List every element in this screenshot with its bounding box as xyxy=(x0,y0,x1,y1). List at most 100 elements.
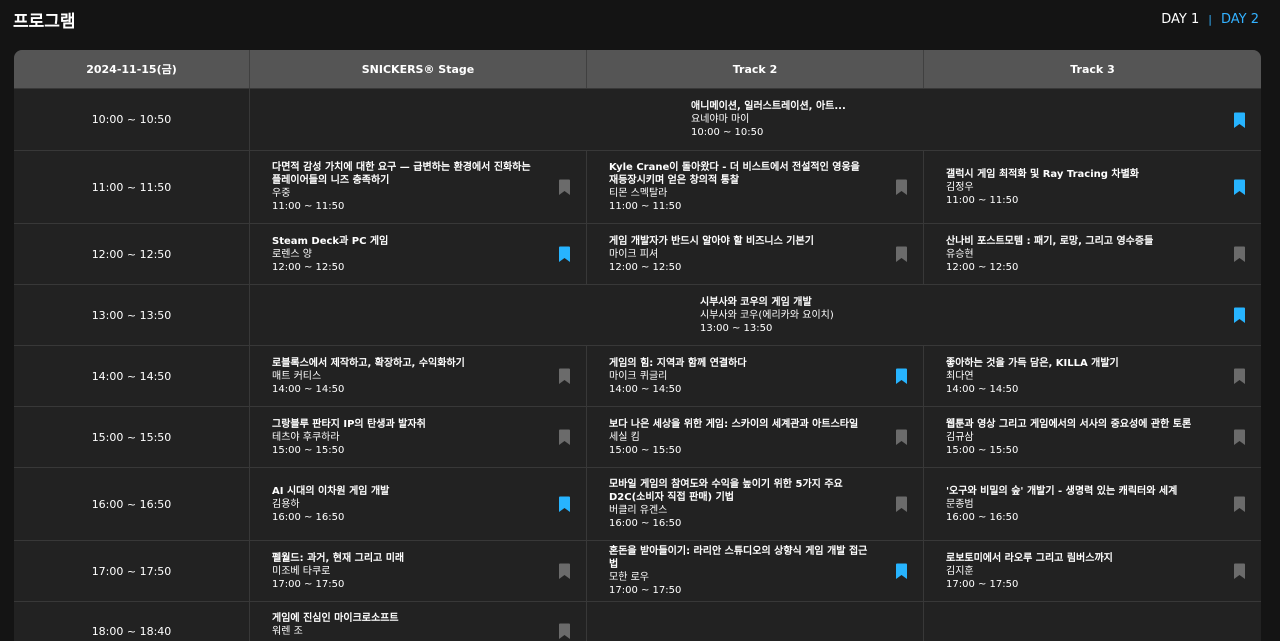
session-speaker: 김정우 xyxy=(946,181,974,193)
session-speaker: 김지훈 xyxy=(946,565,974,577)
bookmark-icon[interactable] xyxy=(558,179,571,196)
session-title: 그랑블루 판타지 IP의 탄생과 발자취 xyxy=(272,418,426,430)
session-speaker: 티몬 스멕탈라 xyxy=(609,188,668,199)
session-title: 보다 나은 세상을 위한 게임: 스카이의 세계관과 아트스타일 xyxy=(609,418,859,430)
bookmark-icon[interactable] xyxy=(558,623,571,640)
track-1-cell: 펠월드: 과거, 현재 그리고 미래 미조베 타쿠로 17:00 ~ 17:50 xyxy=(250,541,587,601)
session-title: 시부사와 코우의 게임 개발 xyxy=(700,296,812,308)
session-title: '오구와 비밀의 숲' 개발기 - 생명력 있는 캐릭터와 세계 xyxy=(946,485,1178,497)
day-1-tab[interactable]: DAY 1 xyxy=(1161,12,1199,27)
keynote-session[interactable]: 시부사와 코우의 게임 개발 시부사와 코우(에리카와 요이치) 13:00 ~ 1… xyxy=(678,296,888,335)
track-1-cell: 그랑블루 판타지 IP의 탄생과 발자취 테츠야 후쿠하라 15:00 ~ 15:5… xyxy=(250,407,587,467)
time-slot: 11:00 ~ 11:50 xyxy=(14,151,250,223)
session-info[interactable]: 펠월드: 과거, 현재 그리고 미래 미조베 타쿠로 17:00 ~ 17:50 xyxy=(250,552,458,591)
session-info[interactable]: 다면적 감성 가치에 대한 요구 — 급변하는 환경에서 진화하는 플레이어들의… xyxy=(250,161,586,213)
bookmark-icon[interactable] xyxy=(1233,368,1246,385)
track-2-cell: 혼돈을 받아들이기: 라리안 스튜디오의 상향식 게임 개발 접근법 모한 로우 1… xyxy=(587,541,924,601)
track-2-cell: 게임 개발자가 반드시 알아야 할 비즈니스 기본기 마이크 피셔 12:00 ~ … xyxy=(587,224,924,284)
session-time: 12:00 ~ 12:50 xyxy=(609,261,682,273)
day-2-tab[interactable]: DAY 2 xyxy=(1221,12,1259,27)
bookmark-icon[interactable] xyxy=(1233,246,1246,263)
session-info[interactable]: 웹툰과 영상 그리고 게임에서의 서사의 중요성에 관한 토론 김규삼 15:00 … xyxy=(924,418,1245,457)
session-info[interactable]: '오구와 비밀의 숲' 개발기 - 생명력 있는 캐릭터와 세계 문종범 16:00… xyxy=(924,485,1231,524)
session-speaker: 마이크 피셔 xyxy=(609,248,659,260)
session-info[interactable]: Kyle Crane이 돌아왔다 - 더 비스트에서 전설적인 영웅을 재등장시… xyxy=(587,161,923,213)
bookmark-icon[interactable] xyxy=(1233,563,1246,580)
schedule-row: 12:00 ~ 12:50 Steam Deck과 PC 게임 로렌스 양 12:00… xyxy=(14,223,1261,284)
session-info[interactable]: 모바일 게임의 참여도와 수익을 높이기 위한 5가지 주요 D2C(소비자 직… xyxy=(587,478,923,530)
bookmark-icon[interactable] xyxy=(558,368,571,385)
session-info[interactable]: AI 시대의 이차원 게임 개발 김용하 16:00 ~ 16:50 xyxy=(250,485,443,524)
track-3-cell: '오구와 비밀의 숲' 개발기 - 생명력 있는 캐릭터와 세계 문종범 16:00… xyxy=(924,468,1261,540)
bookmark-icon[interactable] xyxy=(1233,307,1246,324)
session-info[interactable]: 로블록스에서 제작하고, 확장하고, 수익화하기 매트 커티스 14:00 ~ 14… xyxy=(250,357,519,396)
session-title: 게임의 힘: 지역과 함께 연결하다 xyxy=(609,357,747,369)
header-track-3: Track 3 xyxy=(1070,62,1115,76)
track-2-cell: 게임의 힘: 지역과 함께 연결하다 마이크 퀴글리 14:00 ~ 14:50 xyxy=(587,346,924,406)
session-speaker: 테츠야 후쿠하라 xyxy=(272,431,340,443)
session-time: 17:00 ~ 17:50 xyxy=(946,578,1019,590)
bookmark-icon[interactable] xyxy=(1233,429,1246,446)
day-switch: DAY 1 | DAY 2 xyxy=(1161,12,1259,27)
bookmark-icon[interactable] xyxy=(895,368,908,385)
session-info[interactable]: 산나비 포스트모템 : 패기, 로망, 그리고 영수증들 유승현 12:00 ~ 1… xyxy=(924,235,1207,274)
session-info[interactable]: 게임에 진심인 마이크로소프트 워렌 조 xyxy=(250,602,453,638)
bookmark-icon[interactable] xyxy=(1233,496,1246,513)
track-3-cell: 좋아하는 것을 가득 담은, KILLA 개발기 최다연 14:00 ~ 14:50 xyxy=(924,346,1261,406)
session-info[interactable]: 좋아하는 것을 가득 담은, KILLA 개발기 최다연 14:00 ~ 14:50 xyxy=(924,357,1173,396)
session-info[interactable]: 갤럭시 게임 최적화 및 Ray Tracing 차별화 김정우 11:00 ~ 1… xyxy=(924,168,1193,207)
track-2-cell: Kyle Crane이 돌아왔다 - 더 비스트에서 전설적인 영웅을 재등장시… xyxy=(587,151,924,223)
session-info[interactable]: 보다 나은 세상을 위한 게임: 스카이의 세계관과 아트스타일 세실 킴 15:0… xyxy=(587,418,912,457)
program-schedule-table: 2024-11-15(금) SNICKERS® Stage Track 2 Tr… xyxy=(14,50,1261,641)
track-1-cell: AI 시대의 이차원 게임 개발 김용하 16:00 ~ 16:50 xyxy=(250,468,587,540)
session-speaker: 로렌스 양 xyxy=(272,248,312,260)
bookmark-icon[interactable] xyxy=(1233,112,1246,129)
session-speaker: 시부사와 코우(에리카와 요이치) xyxy=(700,309,834,321)
session-time: 14:00 ~ 14:50 xyxy=(272,383,345,395)
session-time: 15:00 ~ 15:50 xyxy=(946,444,1019,456)
bookmark-icon[interactable] xyxy=(558,496,571,513)
session-time: 16:00 ~ 16:50 xyxy=(272,511,345,523)
session-speaker: 워렌 조 xyxy=(272,626,303,637)
session-time: 17:00 ~ 17:50 xyxy=(609,585,682,596)
track-1-cell: 다면적 감성 가치에 대한 요구 — 급변하는 환경에서 진화하는 플레이어들의… xyxy=(250,151,587,223)
session-speaker: 버클리 유겐스 xyxy=(609,505,668,516)
bookmark-icon[interactable] xyxy=(558,429,571,446)
session-info[interactable]: 게임 개발자가 반드시 알아야 할 비즈니스 기본기 마이크 피셔 12:00 ~ … xyxy=(587,235,868,274)
bookmark-icon[interactable] xyxy=(558,246,571,263)
bookmark-icon[interactable] xyxy=(895,496,908,513)
bookmark-icon[interactable] xyxy=(1233,179,1246,196)
session-time: 12:00 ~ 12:50 xyxy=(946,261,1019,273)
session-title: 펠월드: 과거, 현재 그리고 미래 xyxy=(272,552,405,564)
session-time: 14:00 ~ 14:50 xyxy=(609,383,682,395)
session-time: 11:00 ~ 11:50 xyxy=(946,194,1019,206)
bookmark-icon[interactable] xyxy=(895,563,908,580)
bookmark-icon[interactable] xyxy=(558,563,571,580)
session-title: Steam Deck과 PC 게임 xyxy=(272,235,389,247)
track-3-cell xyxy=(924,602,1261,641)
bookmark-icon[interactable] xyxy=(895,246,908,263)
track-2-cell xyxy=(587,602,924,641)
session-speaker: 미조베 타쿠로 xyxy=(272,565,331,577)
session-info[interactable]: 로보토미에서 라오루 그리고 림버스까지 김지훈 17:00 ~ 17:50 xyxy=(924,552,1167,591)
session-speaker: 유승현 xyxy=(946,248,974,260)
time-slot: 14:00 ~ 14:50 xyxy=(14,346,250,406)
session-time: 16:00 ~ 16:50 xyxy=(609,518,682,529)
schedule-row: 18:00 ~ 18:40 게임에 진심인 마이크로소프트 워렌 조 xyxy=(14,601,1261,641)
session-info[interactable]: 혼돈을 받아들이기: 라리안 스튜디오의 상향식 게임 개발 접근법 모한 로우 1… xyxy=(587,545,923,597)
session-speaker: 요네야마 마이 xyxy=(691,114,750,125)
session-info[interactable]: Steam Deck과 PC 게임 로렌스 양 12:00 ~ 12:50 xyxy=(250,235,442,274)
session-speaker: 문종범 xyxy=(946,498,974,510)
page-title: 프로그램 xyxy=(13,12,76,32)
session-title: 산나비 포스트모템 : 패기, 로망, 그리고 영수증들 xyxy=(946,235,1154,247)
bookmark-icon[interactable] xyxy=(895,429,908,446)
keynote-session[interactable]: 애니메이션, 일러스트레이션, 아트... 요네야마 마이 10:00 ~ 10:5… xyxy=(669,100,900,139)
day-separator: | xyxy=(1208,13,1212,26)
bookmark-icon[interactable] xyxy=(895,179,908,196)
session-info[interactable]: 그랑블루 판타지 IP의 탄생과 발자취 테츠야 후쿠하라 15:00 ~ 15:5… xyxy=(250,418,480,457)
keynote-cell: 애니메이션, 일러스트레이션, 아트... 요네야마 마이 10:00 ~ 10:5… xyxy=(250,89,1261,150)
session-info[interactable]: 게임의 힘: 지역과 함께 연결하다 마이크 퀴글리 14:00 ~ 14:50 xyxy=(587,357,801,396)
track-3-cell: 산나비 포스트모템 : 패기, 로망, 그리고 영수증들 유승현 12:00 ~ 1… xyxy=(924,224,1261,284)
session-time: 15:00 ~ 15:50 xyxy=(272,444,345,456)
session-time: 12:00 ~ 12:50 xyxy=(272,261,345,273)
